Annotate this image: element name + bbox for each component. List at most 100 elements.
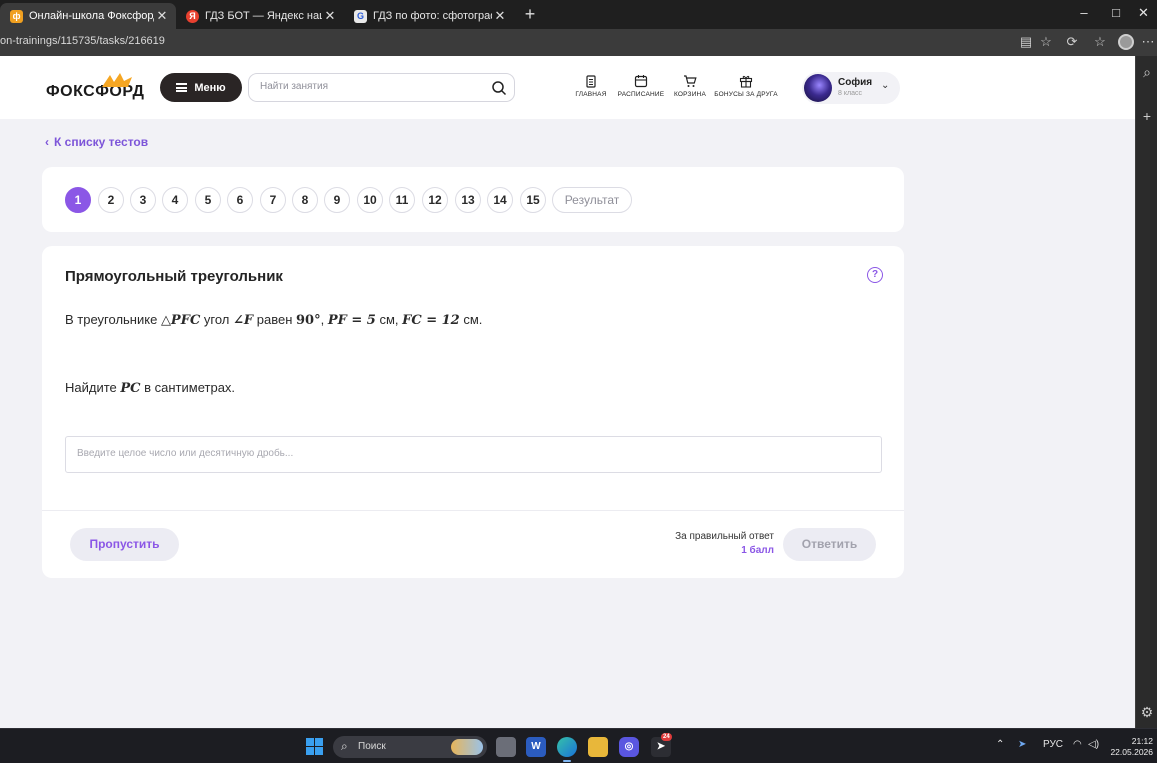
- answer-input[interactable]: [77, 448, 857, 459]
- site-header: ФОКСФОРД Меню ГЛАВНАЯ: [0, 56, 1135, 119]
- search-input[interactable]: [260, 81, 480, 92]
- yandex-favicon-icon: Я: [186, 9, 199, 23]
- question-button-7[interactable]: 7: [260, 187, 286, 213]
- clock-date: 22.05.2026: [1110, 747, 1153, 757]
- taskbar-search[interactable]: ⌕ Поиск: [333, 736, 487, 758]
- question-button-9[interactable]: 9: [324, 187, 350, 213]
- extensions-icon[interactable]: ⟳: [1064, 34, 1080, 50]
- search-icon[interactable]: [491, 80, 507, 96]
- browser-profile-avatar[interactable]: [1118, 34, 1134, 50]
- maximize-button[interactable]: □: [1098, 5, 1134, 20]
- question-button-14[interactable]: 14: [487, 187, 513, 213]
- close-tab-icon[interactable]: ✕: [492, 8, 508, 24]
- task-card: Прямоугольный треугольник ? В треугольни…: [42, 246, 904, 578]
- divider: [42, 510, 904, 511]
- language-indicator[interactable]: РУС: [1043, 739, 1063, 750]
- question-button-1[interactable]: 1: [65, 187, 91, 213]
- calendar-icon: [634, 75, 648, 88]
- tab-title: ГДЗ по фото: сфотографируй за: [373, 10, 492, 22]
- submit-answer-button[interactable]: Ответить: [783, 528, 876, 561]
- statement-text: см,: [375, 312, 403, 327]
- task-question: Найдите PC в сантиметрах.: [65, 380, 235, 396]
- question-button-12[interactable]: 12: [422, 187, 448, 213]
- tab-gdz-bot[interactable]: Я ГДЗ БОТ — Яндекс нашёлся 1 м ✕: [176, 3, 344, 29]
- edge-icon[interactable]: [557, 737, 577, 762]
- file-explorer-icon[interactable]: [588, 737, 608, 757]
- word-icon[interactable]: W: [526, 737, 546, 757]
- wifi-icon[interactable]: ◠: [1073, 739, 1082, 750]
- question-button-2[interactable]: 2: [98, 187, 124, 213]
- back-to-tests-link[interactable]: ‹ К списку тестов: [45, 135, 148, 149]
- close-tab-icon[interactable]: ✕: [154, 8, 170, 24]
- question-button-10[interactable]: 10: [357, 187, 383, 213]
- favorite-star-icon[interactable]: ☆: [1038, 34, 1054, 50]
- sidebar-add-icon[interactable]: +: [1136, 108, 1157, 124]
- sidebar-settings-icon[interactable]: ⚙: [1136, 704, 1157, 721]
- gdz-favicon-icon: G: [354, 9, 367, 23]
- more-menu-icon[interactable]: ⋯: [1140, 34, 1156, 50]
- score-label: За правильный ответ: [675, 531, 774, 542]
- send-icon[interactable]: ➤: [1018, 739, 1026, 750]
- volume-icon[interactable]: ◁): [1088, 739, 1099, 750]
- answer-field: [65, 436, 882, 473]
- chevron-down-icon: ⌄: [881, 80, 890, 91]
- question-button-4[interactable]: 4: [162, 187, 188, 213]
- reader-mode-icon[interactable]: ▤: [1018, 34, 1034, 50]
- chevron-left-icon: ‹: [45, 135, 49, 149]
- cart-icon: [684, 75, 697, 87]
- user-menu[interactable]: София 8 класс ⌄: [802, 72, 900, 104]
- back-link-label: К списку тестов: [54, 135, 149, 149]
- home-icon: [586, 75, 596, 88]
- question-button-6[interactable]: 6: [227, 187, 253, 213]
- question-button-3[interactable]: 3: [130, 187, 156, 213]
- url-text[interactable]: on-trainings/115735/tasks/216619: [0, 35, 165, 47]
- statement-text: равен: [253, 312, 296, 327]
- app-icon[interactable]: ◎: [619, 737, 639, 757]
- minimize-button[interactable]: –: [1066, 5, 1102, 20]
- sidebar-search-icon[interactable]: ⌕: [1136, 64, 1157, 81]
- tab-title: ГДЗ БОТ — Яндекс нашёлся 1 м: [205, 10, 322, 22]
- menu-label: Меню: [194, 81, 226, 94]
- page-viewport: ФОКСФОРД Меню ГЛАВНАЯ: [0, 56, 1135, 728]
- question-text: в сантиметрах.: [140, 380, 236, 395]
- nav-bonus[interactable]: БОНУСЫ ЗА ДРУГА: [706, 74, 786, 98]
- math-pc: PC: [120, 381, 141, 396]
- statement-text: ,: [320, 312, 328, 327]
- user-grade: 8 класс: [838, 90, 862, 97]
- search-icon: ⌕: [341, 739, 348, 753]
- clock-time: 21:12: [1131, 736, 1153, 746]
- search-box: [248, 73, 515, 102]
- statement-text: угол: [200, 312, 234, 327]
- menu-button[interactable]: Меню: [160, 73, 242, 102]
- math-angle-value: 90°: [296, 313, 321, 328]
- skip-button[interactable]: Пропустить: [70, 528, 179, 561]
- clock[interactable]: 21:12 22.05.2026: [1108, 736, 1153, 758]
- question-button-11[interactable]: 11: [389, 187, 415, 213]
- tab-gdz-photo[interactable]: G ГДЗ по фото: сфотографируй за ✕: [344, 3, 514, 29]
- browser-tab-bar: ф Онлайн-школа Фоксфорд ✕ Я ГДЗ БОТ — Ян…: [0, 0, 1157, 29]
- question-button-15[interactable]: 15: [520, 187, 546, 213]
- question-text: Найдите: [65, 380, 121, 395]
- help-icon[interactable]: ?: [867, 267, 883, 283]
- tab-title: Онлайн-школа Фоксфорд: [29, 10, 154, 22]
- telegram-icon[interactable]: ➤ 24: [651, 733, 672, 757]
- question-navigation: 1 2 3 4 5 6 7 8 9 10 11 12 13 14 15 Резу…: [42, 167, 904, 232]
- question-button-5[interactable]: 5: [195, 187, 221, 213]
- task-title: Прямоугольный треугольник: [65, 268, 283, 285]
- result-button[interactable]: Результат: [552, 187, 632, 213]
- new-tab-plus-icon[interactable]: +: [519, 4, 541, 25]
- favorites-bar-icon[interactable]: ☆: [1092, 34, 1108, 50]
- score-value: 1 балл: [741, 545, 774, 556]
- tab-foxford[interactable]: ф Онлайн-школа Фоксфорд ✕: [0, 3, 176, 29]
- search-highlight-icon: [451, 739, 483, 755]
- windows-start-icon[interactable]: [306, 738, 323, 755]
- notification-badge: 24: [661, 733, 672, 741]
- close-tab-icon[interactable]: ✕: [322, 8, 338, 24]
- menu-icon: [176, 83, 188, 92]
- question-button-8[interactable]: 8: [292, 187, 318, 213]
- question-button-13[interactable]: 13: [455, 187, 481, 213]
- task-view-icon[interactable]: [496, 737, 516, 757]
- close-window-button[interactable]: ✕: [1130, 5, 1157, 21]
- chevron-up-icon[interactable]: ⌃: [996, 739, 1004, 750]
- windows-taskbar: ⌕ Поиск W ◎ ➤ 24 ⌃ ➤ РУС ◠ ◁) 21:12 22.0…: [0, 728, 1157, 763]
